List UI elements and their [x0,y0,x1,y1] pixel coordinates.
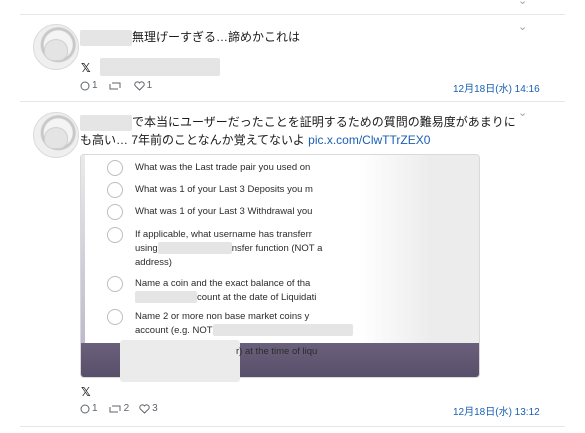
question-text: Name 2 or more non base market coins y [135,311,310,322]
top-divider [20,14,565,15]
question-item: What was 1 of your Last 3 Deposits you m [107,182,313,198]
like-count: 3 [152,403,158,414]
x-logo-icon: 𝕏 [81,385,91,399]
reply-button[interactable]: 1 [80,403,98,414]
question-text-line2: using nsfer function (NOT a [135,242,323,255]
post-actions: 1 1 [80,80,162,91]
media-link[interactable]: pic.x.com/ClwTTrZEX0 [308,133,430,147]
question-item: What was 1 of your Last 3 Withdrawal you [107,204,313,220]
question-text: What was 1 of your Last 3 Withdrawal you [135,206,313,217]
radio-icon [107,160,123,176]
retweet-button[interactable]: 2 [108,403,130,414]
reply-count: 1 [92,80,98,91]
question-text-line2: account (e.g. NOT [135,324,353,338]
redacted-block [120,340,240,382]
reply-icon [80,404,90,413]
radio-icon [107,227,123,243]
post-body-line2: も高い… 7年前のことなんか覚えてないよ [80,133,305,147]
post-body-line1: で本当にユーザーだったことを証明するための質問の難易度があまりに [132,115,516,129]
avatar[interactable] [33,24,79,70]
post-date[interactable]: 12月18日(水) 13:12 [453,403,540,418]
question-item: Name 2 or more non base market coins y a… [107,309,353,338]
post-text: も高い… 7年前のことなんか覚えてないよ pic.x.com/ClwTTrZEX… [80,131,430,149]
post-text: 無理げーすぎる…諦めかこれは [80,28,300,46]
bottom-divider [20,426,565,427]
x-logo-icon: 𝕏 [81,61,91,75]
retweet-button[interactable] [108,81,124,91]
avatar[interactable] [33,112,79,158]
question-text-line3: r) at the time of liqu [236,346,318,357]
post-text: で本当にユーザーだったことを証明するための質問の難易度があまりに [80,113,516,131]
radio-icon [107,182,123,198]
retweet-icon [109,82,121,89]
chevron-down-icon[interactable]: ⌄ [518,0,527,7]
radio-icon [107,276,123,292]
question-text-line3: address) [135,257,172,268]
post-actions: 1 2 3 [80,403,168,414]
chevron-down-icon[interactable]: ⌄ [518,20,527,33]
chevron-down-icon[interactable]: ⌄ [518,106,527,119]
question-item: If applicable, what username has transfe… [107,227,323,270]
post-body: 無理げーすぎる…諦めかこれは [132,30,301,44]
image-blur-overlay [359,155,479,343]
question-item: What was the Last trade pair you used on [107,160,311,176]
redacted-username [80,114,132,131]
redacted-username [80,29,132,46]
reply-button[interactable]: 1 [80,80,98,91]
reply-icon [80,81,90,90]
question-text: Name a coin and the exact balance of tha [135,278,311,289]
reply-count: 1 [92,403,98,414]
post-divider [20,101,565,102]
radio-icon [107,309,123,325]
question-item: Name a coin and the exact balance of tha… [107,276,316,305]
redacted-line [100,58,220,76]
heart-icon [133,80,145,91]
retweet-icon [109,405,121,412]
question-text: What was the Last trade pair you used on [135,162,311,173]
post-date[interactable]: 12月18日(水) 14:16 [453,80,540,95]
question-text: What was 1 of your Last 3 Deposits you m [135,184,313,195]
heart-icon [139,403,150,414]
like-button[interactable]: 1 [133,80,153,91]
radio-icon [107,204,123,220]
like-button[interactable]: 3 [139,403,158,414]
retweet-count: 2 [123,403,130,414]
question-text: If applicable, what username has transfe… [135,229,312,240]
question-text-line2: count at the date of Liquidati [135,291,316,305]
like-count: 1 [146,80,153,91]
